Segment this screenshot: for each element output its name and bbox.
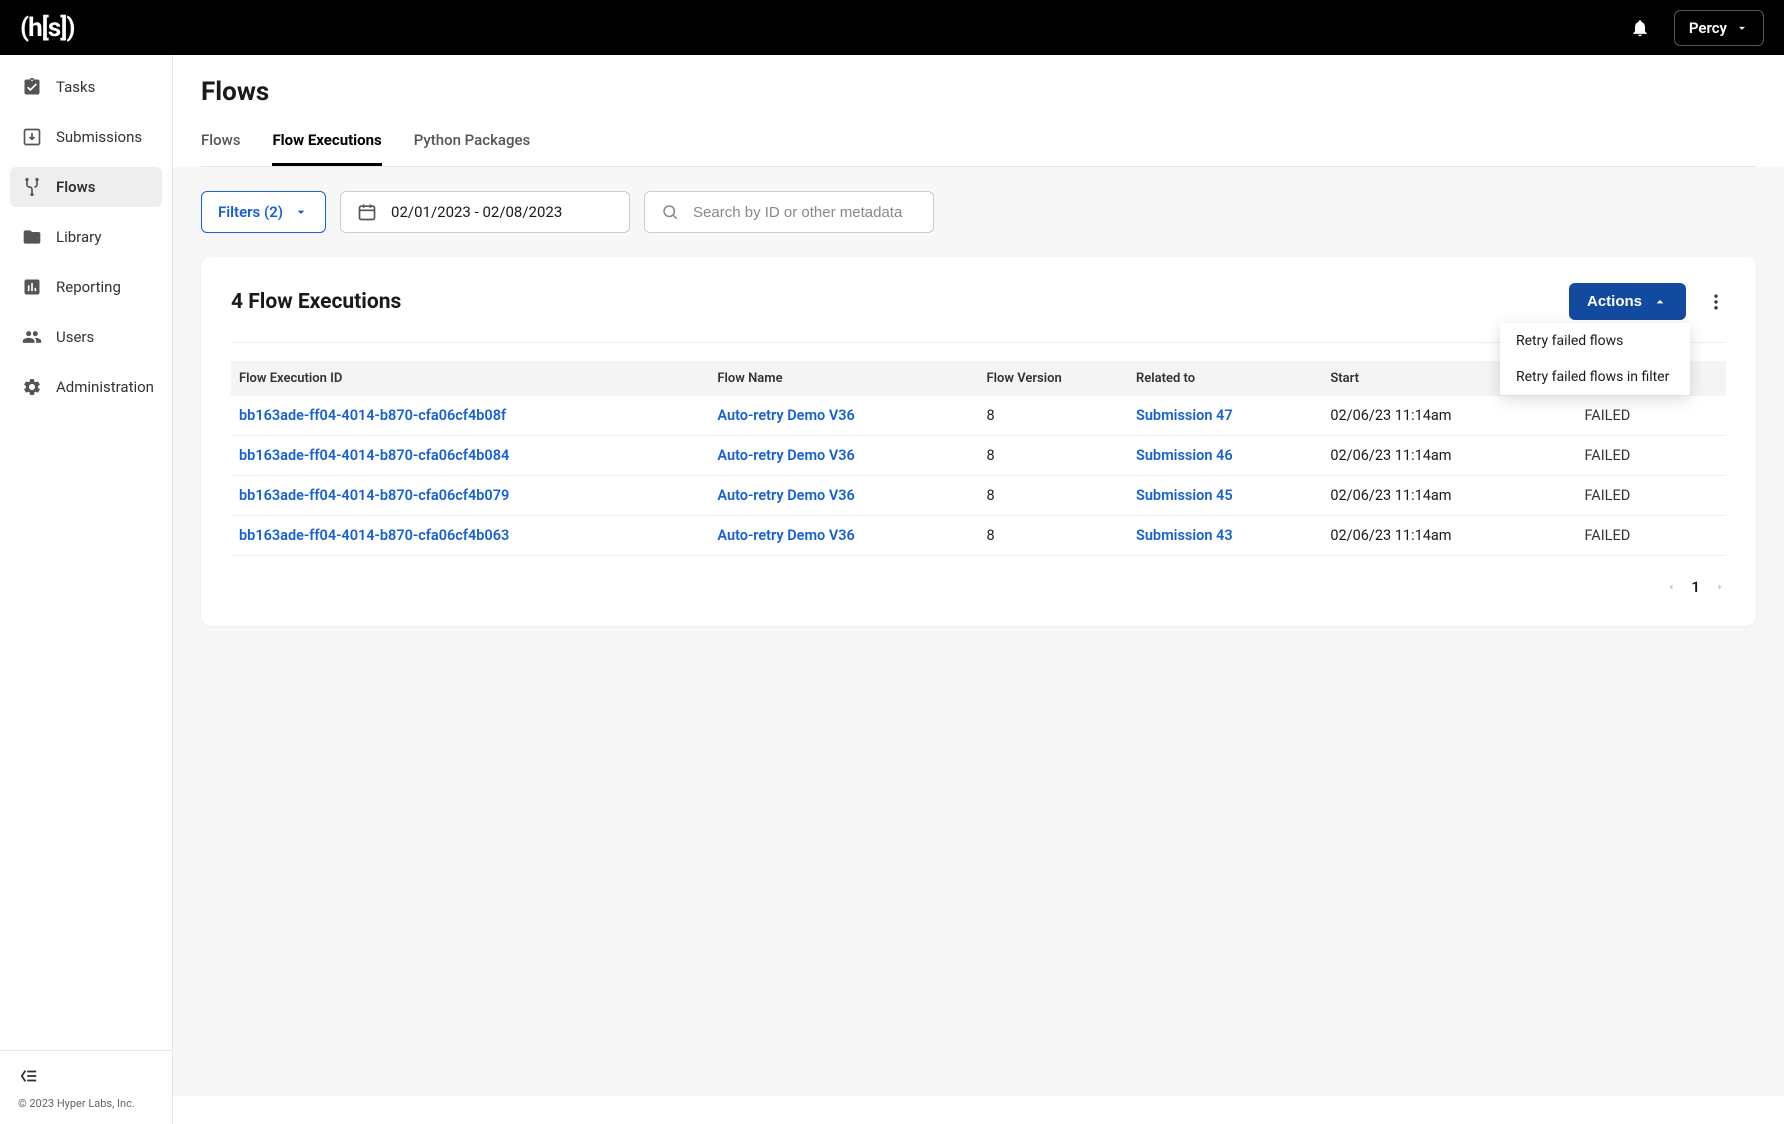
tab-flows[interactable]: Flows xyxy=(201,131,240,166)
nav: Tasks Submissions Flows Library xyxy=(0,55,172,1050)
pagination-prev[interactable] xyxy=(1665,581,1677,593)
card-header-actions: Actions Retry failed flows Retry failed … xyxy=(1569,283,1726,320)
pagination: 1 xyxy=(231,578,1726,596)
sidebar-item-reporting[interactable]: Reporting xyxy=(10,267,162,307)
topbar: (h[s]) Percy xyxy=(0,0,1784,55)
content: Filters (2) 02/01/2023 - 02/08/2023 4 Fl… xyxy=(173,167,1784,1096)
status: FAILED xyxy=(1576,396,1726,436)
status: FAILED xyxy=(1576,516,1726,556)
folder-icon xyxy=(22,227,42,247)
col-name: Flow Name xyxy=(709,361,978,396)
sidebar-item-label: Users xyxy=(56,328,94,346)
search-input[interactable] xyxy=(693,204,917,221)
flow-name-link[interactable]: Auto-retry Demo V36 xyxy=(717,447,854,464)
filters-button[interactable]: Filters (2) xyxy=(201,191,326,233)
flow-name-link[interactable]: Auto-retry Demo V36 xyxy=(717,407,854,424)
bar-chart-icon xyxy=(22,277,42,297)
logo: (h[s]) xyxy=(20,13,75,43)
sidebar: Tasks Submissions Flows Library xyxy=(0,55,173,1124)
sidebar-item-label: Flows xyxy=(56,178,95,196)
col-id: Flow Execution ID xyxy=(231,361,709,396)
flows-icon xyxy=(22,177,42,197)
sidebar-item-users[interactable]: Users xyxy=(10,317,162,357)
execution-id-link[interactable]: bb163ade-ff04-4014-b870-cfa06cf4b063 xyxy=(239,527,509,544)
execution-id-link[interactable]: bb163ade-ff04-4014-b870-cfa06cf4b079 xyxy=(239,487,509,504)
pagination-page: 1 xyxy=(1691,578,1700,596)
tab-python-packages[interactable]: Python Packages xyxy=(414,131,531,166)
flow-name-link[interactable]: Auto-retry Demo V36 xyxy=(717,527,854,544)
sidebar-footer: © 2023 Hyper Labs, Inc. xyxy=(0,1050,172,1124)
sidebar-item-administration[interactable]: Administration xyxy=(10,367,162,407)
tabs: Flows Flow Executions Python Packages xyxy=(201,131,1756,167)
tab-flow-executions[interactable]: Flow Executions xyxy=(272,131,381,166)
page-title: Flows xyxy=(201,77,1756,107)
related-link[interactable]: Submission 43 xyxy=(1136,527,1233,544)
flow-version: 8 xyxy=(978,436,1128,476)
flow-name-link[interactable]: Auto-retry Demo V36 xyxy=(717,487,854,504)
card-header: 4 Flow Executions Actions Retry failed f… xyxy=(231,283,1726,343)
actions-dropdown: Retry failed flows Retry failed flows in… xyxy=(1500,323,1690,395)
flow-version: 8 xyxy=(978,476,1128,516)
sidebar-item-label: Administration xyxy=(56,378,154,396)
col-version: Flow Version xyxy=(978,361,1128,396)
sidebar-item-submissions[interactable]: Submissions xyxy=(10,117,162,157)
flow-version: 8 xyxy=(978,396,1128,436)
sidebar-item-label: Tasks xyxy=(56,78,95,96)
chevron-up-icon xyxy=(1652,294,1668,310)
actions-button[interactable]: Actions xyxy=(1569,283,1686,320)
table-row: bb163ade-ff04-4014-b870-cfa06cf4b08f Auto… xyxy=(231,396,1726,436)
status: FAILED xyxy=(1576,436,1726,476)
gear-icon xyxy=(22,377,42,397)
copyright-text: © 2023 Hyper Labs, Inc. xyxy=(18,1097,154,1110)
execution-id-link[interactable]: bb163ade-ff04-4014-b870-cfa06cf4b084 xyxy=(239,447,509,464)
notifications-icon[interactable] xyxy=(1630,18,1650,38)
sidebar-item-flows[interactable]: Flows xyxy=(10,167,162,207)
chevron-down-icon xyxy=(1735,21,1749,35)
dropdown-retry-failed-in-filter[interactable]: Retry failed flows in filter xyxy=(1500,359,1690,395)
card-title: 4 Flow Executions xyxy=(231,290,401,314)
user-name: Percy xyxy=(1689,19,1727,37)
related-link[interactable]: Submission 46 xyxy=(1136,447,1233,464)
start-time: 02/06/23 11:14am xyxy=(1322,436,1576,476)
start-time: 02/06/23 11:14am xyxy=(1322,516,1576,556)
col-related: Related to xyxy=(1128,361,1322,396)
sidebar-item-tasks[interactable]: Tasks xyxy=(10,67,162,107)
more-icon[interactable] xyxy=(1706,292,1726,312)
executions-card: 4 Flow Executions Actions Retry failed f… xyxy=(201,257,1756,626)
related-link[interactable]: Submission 45 xyxy=(1136,487,1233,504)
dropdown-retry-failed[interactable]: Retry failed flows xyxy=(1500,323,1690,359)
checklist-icon xyxy=(22,77,42,97)
table-row: bb163ade-ff04-4014-b870-cfa06cf4b063 Auto… xyxy=(231,516,1726,556)
people-icon xyxy=(22,327,42,347)
main: Flows Flows Flow Executions Python Packa… xyxy=(173,55,1784,1124)
start-time: 02/06/23 11:14am xyxy=(1322,476,1576,516)
date-range-input[interactable]: 02/01/2023 - 02/08/2023 xyxy=(340,191,630,233)
search-field[interactable] xyxy=(644,191,934,233)
actions-label: Actions xyxy=(1587,293,1642,310)
table-row: bb163ade-ff04-4014-b870-cfa06cf4b079 Auto… xyxy=(231,476,1726,516)
sidebar-item-label: Reporting xyxy=(56,278,121,296)
collapse-sidebar-button[interactable] xyxy=(18,1067,154,1085)
execution-id-link[interactable]: bb163ade-ff04-4014-b870-cfa06cf4b08f xyxy=(239,407,506,424)
filter-row: Filters (2) 02/01/2023 - 02/08/2023 xyxy=(201,191,1756,233)
page-header: Flows Flows Flow Executions Python Packa… xyxy=(173,55,1784,167)
pagination-next[interactable] xyxy=(1714,581,1726,593)
sidebar-item-label: Submissions xyxy=(56,128,142,146)
download-icon xyxy=(22,127,42,147)
search-icon xyxy=(661,203,679,221)
table-row: bb163ade-ff04-4014-b870-cfa06cf4b084 Auto… xyxy=(231,436,1726,476)
topbar-right: Percy xyxy=(1630,10,1764,46)
date-range-value: 02/01/2023 - 02/08/2023 xyxy=(391,203,562,221)
status: FAILED xyxy=(1576,476,1726,516)
sidebar-item-library[interactable]: Library xyxy=(10,217,162,257)
filters-label: Filters (2) xyxy=(218,203,283,221)
calendar-icon xyxy=(357,202,377,222)
user-menu-button[interactable]: Percy xyxy=(1674,10,1764,46)
flow-version: 8 xyxy=(978,516,1128,556)
sidebar-item-label: Library xyxy=(56,228,101,246)
related-link[interactable]: Submission 47 xyxy=(1136,407,1233,424)
chevron-down-icon xyxy=(293,204,309,220)
start-time: 02/06/23 11:14am xyxy=(1322,396,1576,436)
